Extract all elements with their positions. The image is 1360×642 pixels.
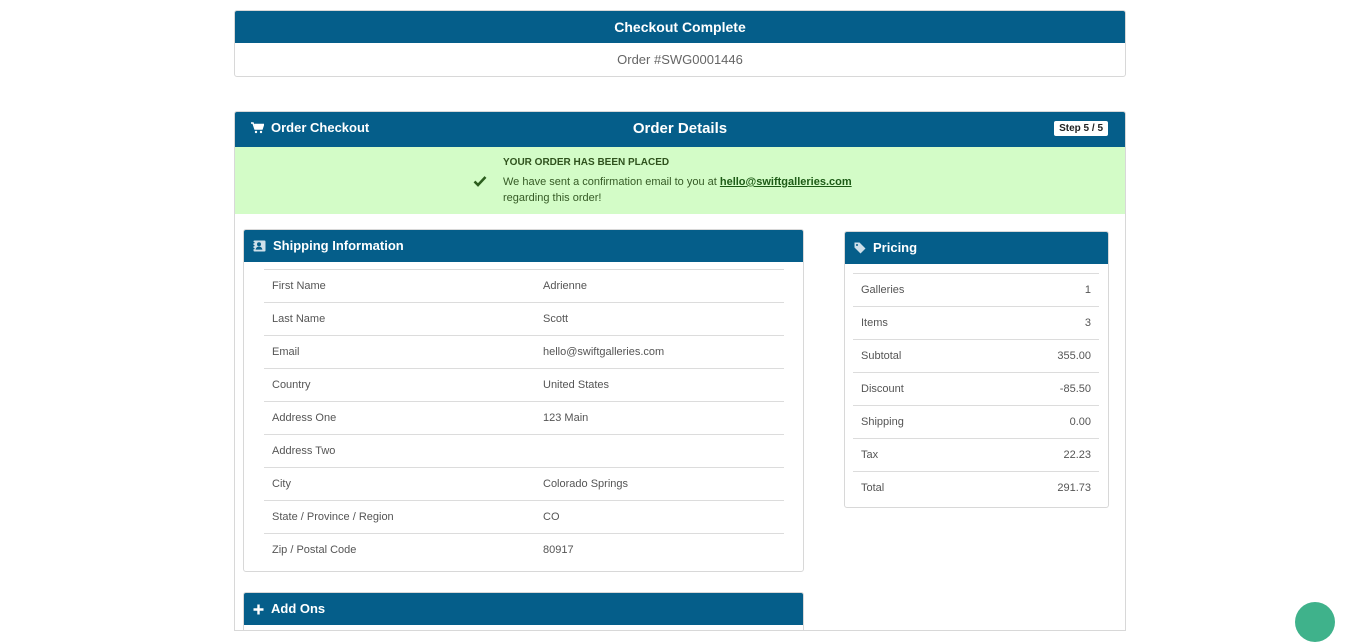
field-label: City <box>264 467 535 501</box>
order-placed-alert: YOUR ORDER HAS BEEN PLACED We have sent … <box>235 147 1125 214</box>
price-value: 3 <box>986 306 1099 340</box>
table-row: Address Two <box>264 434 784 468</box>
pricing-table: Galleries 1 Items 3 Subtotal 355.00 Discoun… <box>853 273 1099 504</box>
plus-icon <box>253 604 264 615</box>
step-badge: Step 5 / 5 <box>1054 121 1108 136</box>
table-row: Country United States <box>264 368 784 402</box>
price-label: Subtotal <box>853 339 987 373</box>
price-value: 22.23 <box>986 438 1099 472</box>
order-checkout-panel: Order Checkout Order Details Step 5 / 5 … <box>234 111 1126 631</box>
price-label: Shipping <box>853 405 987 439</box>
field-label: Country <box>264 368 535 402</box>
help-chat-button[interactable] <box>1295 602 1335 642</box>
field-value: CO <box>535 500 784 534</box>
shipping-information-card: Shipping Information First Name Adrienne … <box>243 229 804 572</box>
table-row: Address One 123 Main <box>264 401 784 435</box>
order-number: Order #SWG0001446 <box>617 52 743 67</box>
field-value: Adrienne <box>535 269 784 303</box>
price-label: Items <box>853 306 987 340</box>
add-ons-title: Add Ons <box>271 601 326 616</box>
table-row: Subtotal 355.00 <box>853 339 1099 373</box>
field-label: Last Name <box>264 302 535 336</box>
field-label: Address One <box>264 401 535 435</box>
shipping-information-header: Shipping Information <box>244 230 803 262</box>
price-label: Total <box>853 471 987 504</box>
order-checkout-heading: Order Checkout <box>251 112 369 143</box>
field-value: 123 Main <box>535 401 784 435</box>
add-ons-card: Add Ons <box>243 592 804 630</box>
order-checkout-label: Order Checkout <box>271 120 370 135</box>
field-value: United States <box>535 368 784 402</box>
field-value: hello@swiftgalleries.com <box>535 335 784 369</box>
confirmation-email-link[interactable]: hello@swiftgalleries.com <box>720 176 852 188</box>
pricing-card: Pricing Galleries 1 Items 3 Subtotal 355.00… <box>844 231 1109 508</box>
field-value <box>535 434 784 468</box>
table-row: Tax 22.23 <box>853 438 1099 472</box>
price-value: 0.00 <box>986 405 1099 439</box>
price-value: 1 <box>986 273 1099 307</box>
order-placed-title: YOUR ORDER HAS BEEN PLACED <box>503 157 670 168</box>
table-row: Total 291.73 <box>853 471 1099 504</box>
checkmark-icon <box>473 174 487 188</box>
price-value: -85.50 <box>986 372 1099 406</box>
field-label: Email <box>264 335 535 369</box>
price-value: 355.00 <box>986 339 1099 373</box>
price-label: Tax <box>853 438 987 472</box>
table-row: Last Name Scott <box>264 302 784 336</box>
shipping-table: First Name Adrienne Last Name Scott Email h… <box>264 269 784 566</box>
table-row: State / Province / Region CO <box>264 500 784 534</box>
cart-icon <box>251 121 264 134</box>
checkout-complete-card: Checkout Complete Order #SWG0001446 <box>234 10 1126 77</box>
table-row: Galleries 1 <box>853 273 1099 307</box>
table-row: Email hello@swiftgalleries.com <box>264 335 784 369</box>
table-row: Zip / Postal Code 80917 <box>264 533 784 566</box>
field-label: Zip / Postal Code <box>264 533 535 566</box>
price-label: Discount <box>853 372 987 406</box>
tag-icon <box>854 242 866 254</box>
order-checkout-header: Order Checkout Order Details Step 5 / 5 <box>235 112 1125 147</box>
price-label: Galleries <box>853 273 987 307</box>
contact-card-icon <box>253 240 266 252</box>
table-row: Items 3 <box>853 306 1099 340</box>
pricing-header: Pricing <box>845 232 1108 264</box>
table-row: City Colorado Springs <box>264 467 784 501</box>
confirmation-prefix: We have sent a confirmation email to you… <box>503 176 717 188</box>
field-value: Colorado Springs <box>535 467 784 501</box>
field-label: State / Province / Region <box>264 500 535 534</box>
checkout-complete-title: Checkout Complete <box>235 11 1125 43</box>
pricing-title: Pricing <box>873 240 918 255</box>
price-value: 291.73 <box>986 471 1099 504</box>
add-ons-header[interactable]: Add Ons <box>244 593 803 625</box>
confirmation-suffix: regarding this order! <box>503 192 602 204</box>
field-label: First Name <box>264 269 535 303</box>
table-row: Discount -85.50 <box>853 372 1099 406</box>
field-label: Address Two <box>264 434 535 468</box>
shipping-information-title: Shipping Information <box>273 238 404 253</box>
field-value: 80917 <box>535 533 784 566</box>
table-row: First Name Adrienne <box>264 269 784 303</box>
field-value: Scott <box>535 302 784 336</box>
table-row: Shipping 0.00 <box>853 405 1099 439</box>
confirmation-message: We have sent a confirmation email to you… <box>503 174 883 206</box>
